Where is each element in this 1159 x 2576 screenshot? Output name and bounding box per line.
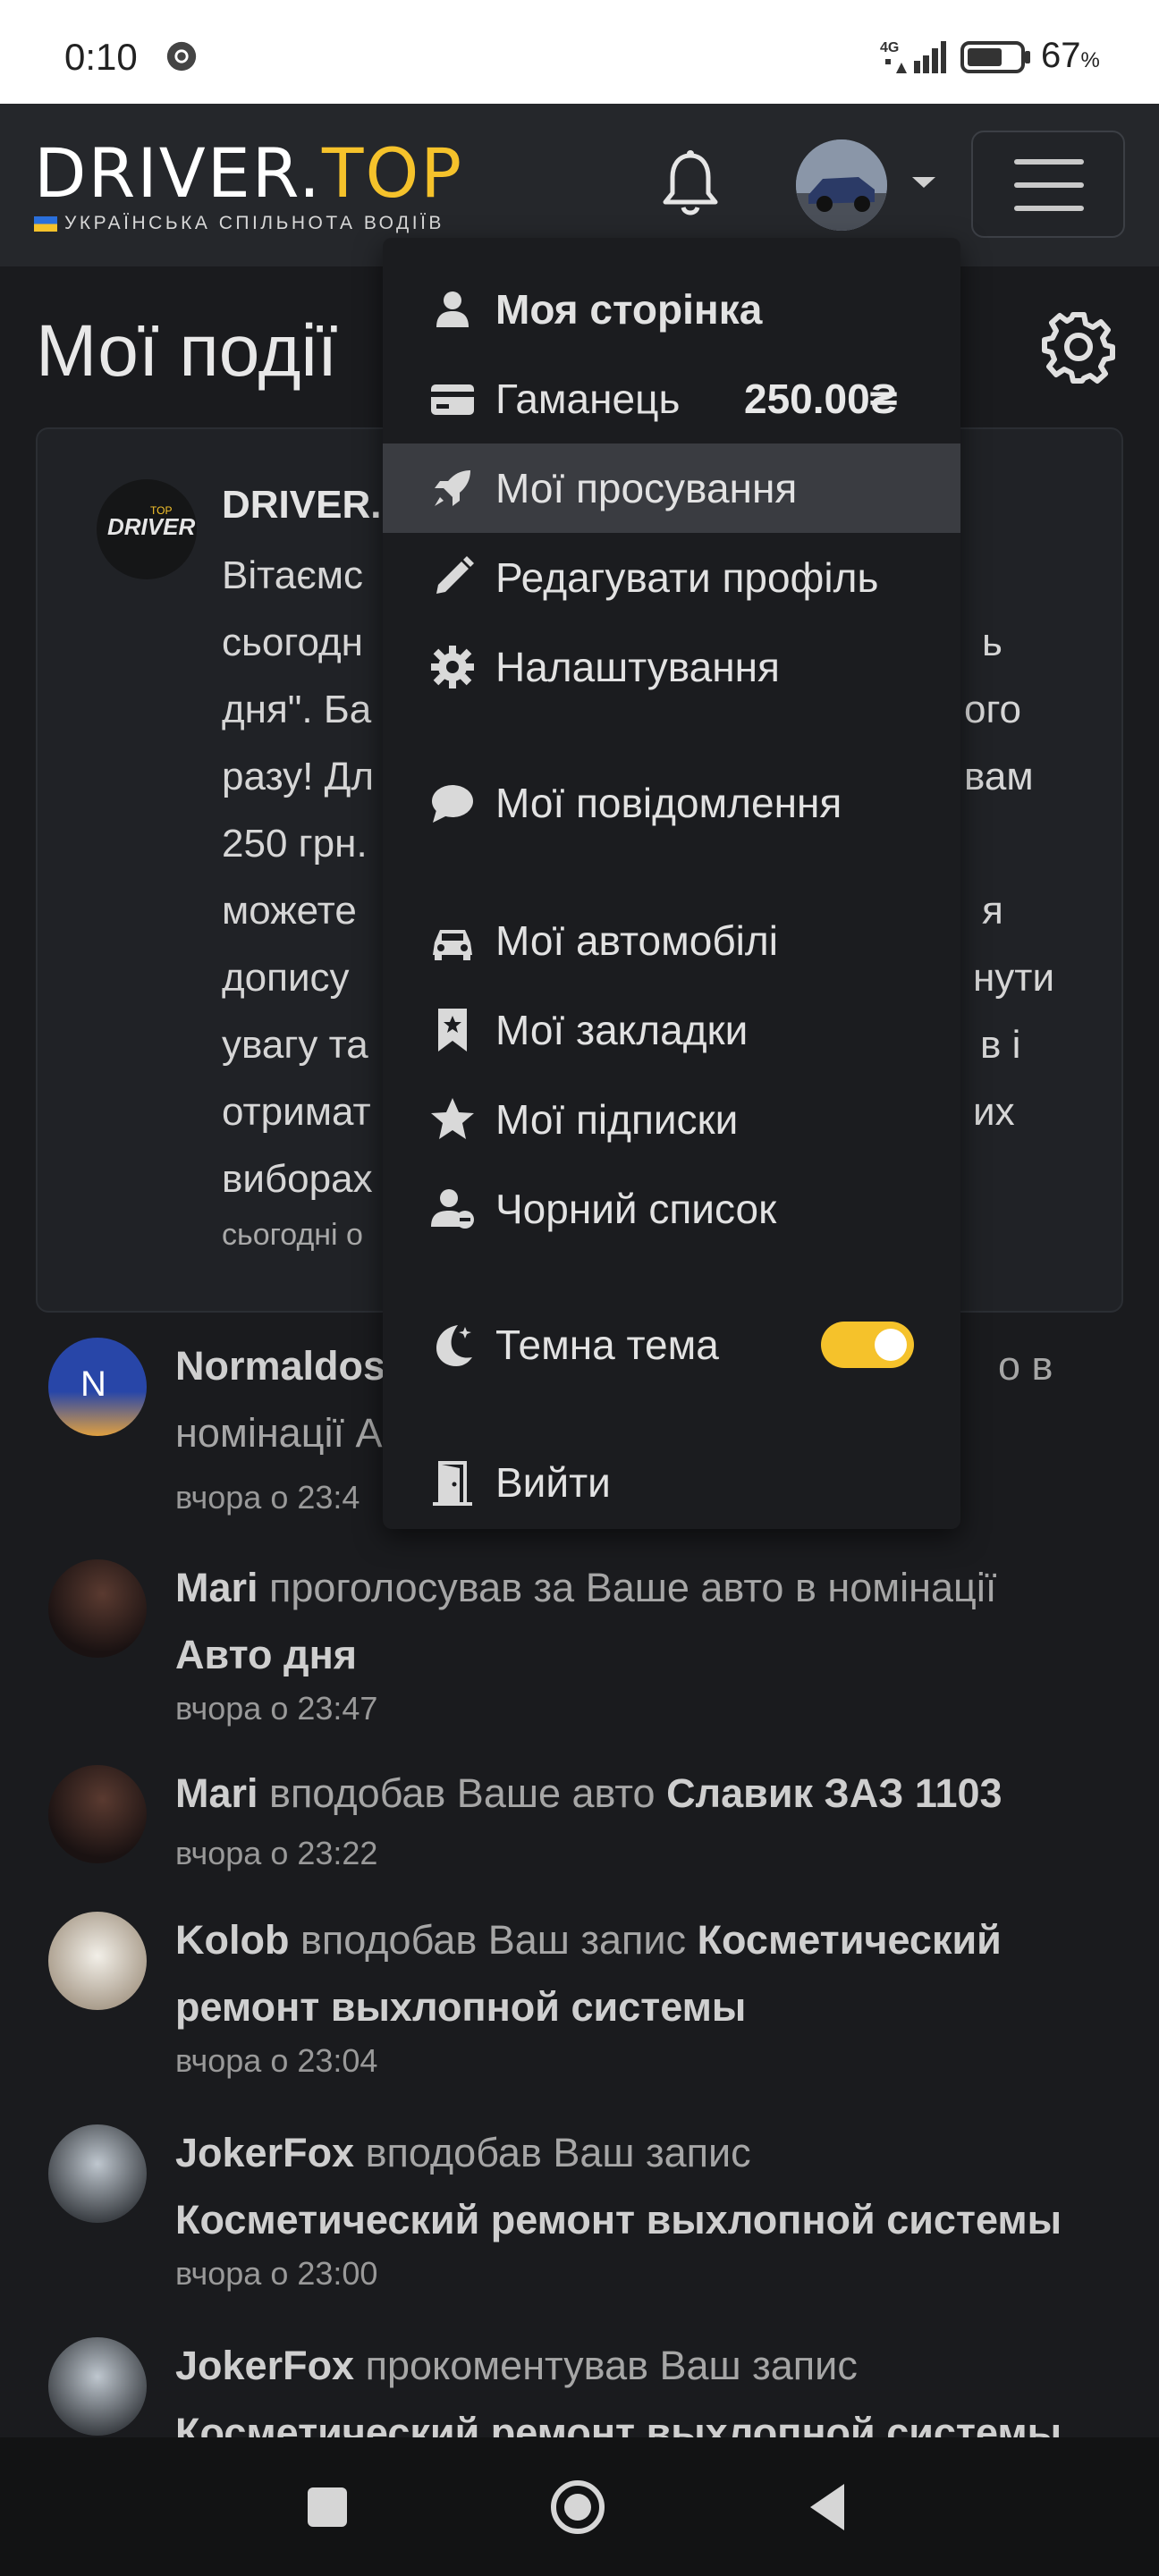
ukraine-flag-icon: [34, 215, 57, 232]
battery-icon: [960, 41, 1030, 73]
battery-percent: 67%: [1041, 36, 1100, 75]
feed-time: вчора о 23:4: [175, 1479, 360, 1516]
back-icon[interactable]: [799, 2479, 857, 2536]
feed-text: Mari проголосував за Ваше авто в номінац…: [175, 1565, 997, 1677]
chrome-icon: [166, 41, 197, 72]
driver-top-avatar: DRIVER TOP: [97, 479, 197, 579]
menu-item-promotions[interactable]: Мої просування: [383, 443, 960, 533]
signal-icon: 4G: [880, 40, 946, 73]
home-icon[interactable]: [549, 2479, 606, 2536]
menu-item-subscriptions[interactable]: Мої підписки: [383, 1075, 960, 1164]
menu-item-edit-profile[interactable]: Редагувати профіль: [383, 533, 960, 622]
avatar[interactable]: [48, 1559, 147, 1658]
status-time: 0:10: [64, 36, 138, 78]
pencil-icon: [436, 556, 474, 594]
card-author[interactable]: DRIVER.: [222, 483, 381, 528]
feed-time: вчора о 23:47: [175, 1690, 378, 1727]
car-icon: [433, 930, 472, 960]
menu-item-dark-theme[interactable]: Темна тема: [383, 1300, 960, 1389]
chat-icon: [432, 785, 473, 823]
menu-item-blacklist[interactable]: Чорний список: [383, 1164, 960, 1254]
feed-time: вчора о 23:04: [175, 2042, 378, 2079]
user-block-icon: [431, 1189, 474, 1229]
star-icon: [431, 1098, 474, 1139]
page-title: Мої події: [36, 310, 338, 392]
gear-icon: [431, 646, 474, 688]
rocket-icon: [435, 470, 470, 506]
feed-time: вчора о 23:00: [175, 2255, 378, 2292]
hamburger-menu-button[interactable]: [971, 131, 1125, 238]
bell-icon[interactable]: [658, 148, 723, 220]
user-dropdown-menu: Моя сторінка Гаманець 250.00₴ Мої просув…: [383, 238, 960, 1529]
svg-text:4G: 4G: [880, 40, 899, 55]
feed-text: Mari вподобав Ваше авто Славик ЗАЗ 1103: [175, 1770, 1002, 1816]
site-logo[interactable]: DRIVER.TOP УКРАЇНСЬКА СПІЛЬНОТА ВОДІЇВ: [34, 138, 463, 234]
status-bar: 0:10 4G 67%: [0, 0, 1159, 104]
feed-time: вчора о 23:22: [175, 1835, 378, 1871]
avatar[interactable]: [48, 1912, 147, 2010]
avatar[interactable]: [48, 2124, 147, 2223]
menu-item-settings[interactable]: Налаштування: [383, 622, 960, 712]
avatar[interactable]: [48, 1765, 147, 1863]
card-time: сьогодні о: [222, 1218, 363, 1252]
menu-item-wallet[interactable]: Гаманець 250.00₴: [383, 354, 960, 443]
wallet-icon: [431, 384, 474, 415]
recent-apps-icon[interactable]: [299, 2479, 356, 2536]
bookmark-icon: [438, 1009, 467, 1052]
user-avatar[interactable]: [796, 139, 887, 231]
system-nav-bar: [0, 2437, 1159, 2576]
menu-item-messages[interactable]: Мої повідомлення: [383, 758, 960, 848]
feed-text: JokerFox вподобав Ваш запис Косметический…: [175, 2130, 1062, 2242]
door-icon: [433, 1461, 472, 1506]
wallet-balance: 250.00₴: [744, 376, 898, 422]
menu-item-my-page[interactable]: Моя сторінка: [383, 265, 960, 354]
gear-icon[interactable]: [1041, 309, 1116, 384]
user-icon: [436, 291, 469, 327]
logo-tagline: УКРАЇНСЬКА СПІЛЬНОТА ВОДІЇВ: [64, 213, 444, 233]
chevron-down-icon[interactable]: [910, 173, 937, 191]
menu-item-logout[interactable]: Вийти: [383, 1438, 960, 1527]
menu-item-cars[interactable]: Мої автомобілі: [383, 896, 960, 985]
avatar[interactable]: [48, 2337, 147, 2436]
menu-item-bookmarks[interactable]: Мої закладки: [383, 985, 960, 1075]
avatar[interactable]: N: [48, 1338, 147, 1436]
moon-icon: [436, 1325, 472, 1366]
dark-theme-toggle[interactable]: [821, 1322, 914, 1368]
feed-text: Kolob вподобав Ваш запис Косметический р…: [175, 1917, 1002, 2030]
